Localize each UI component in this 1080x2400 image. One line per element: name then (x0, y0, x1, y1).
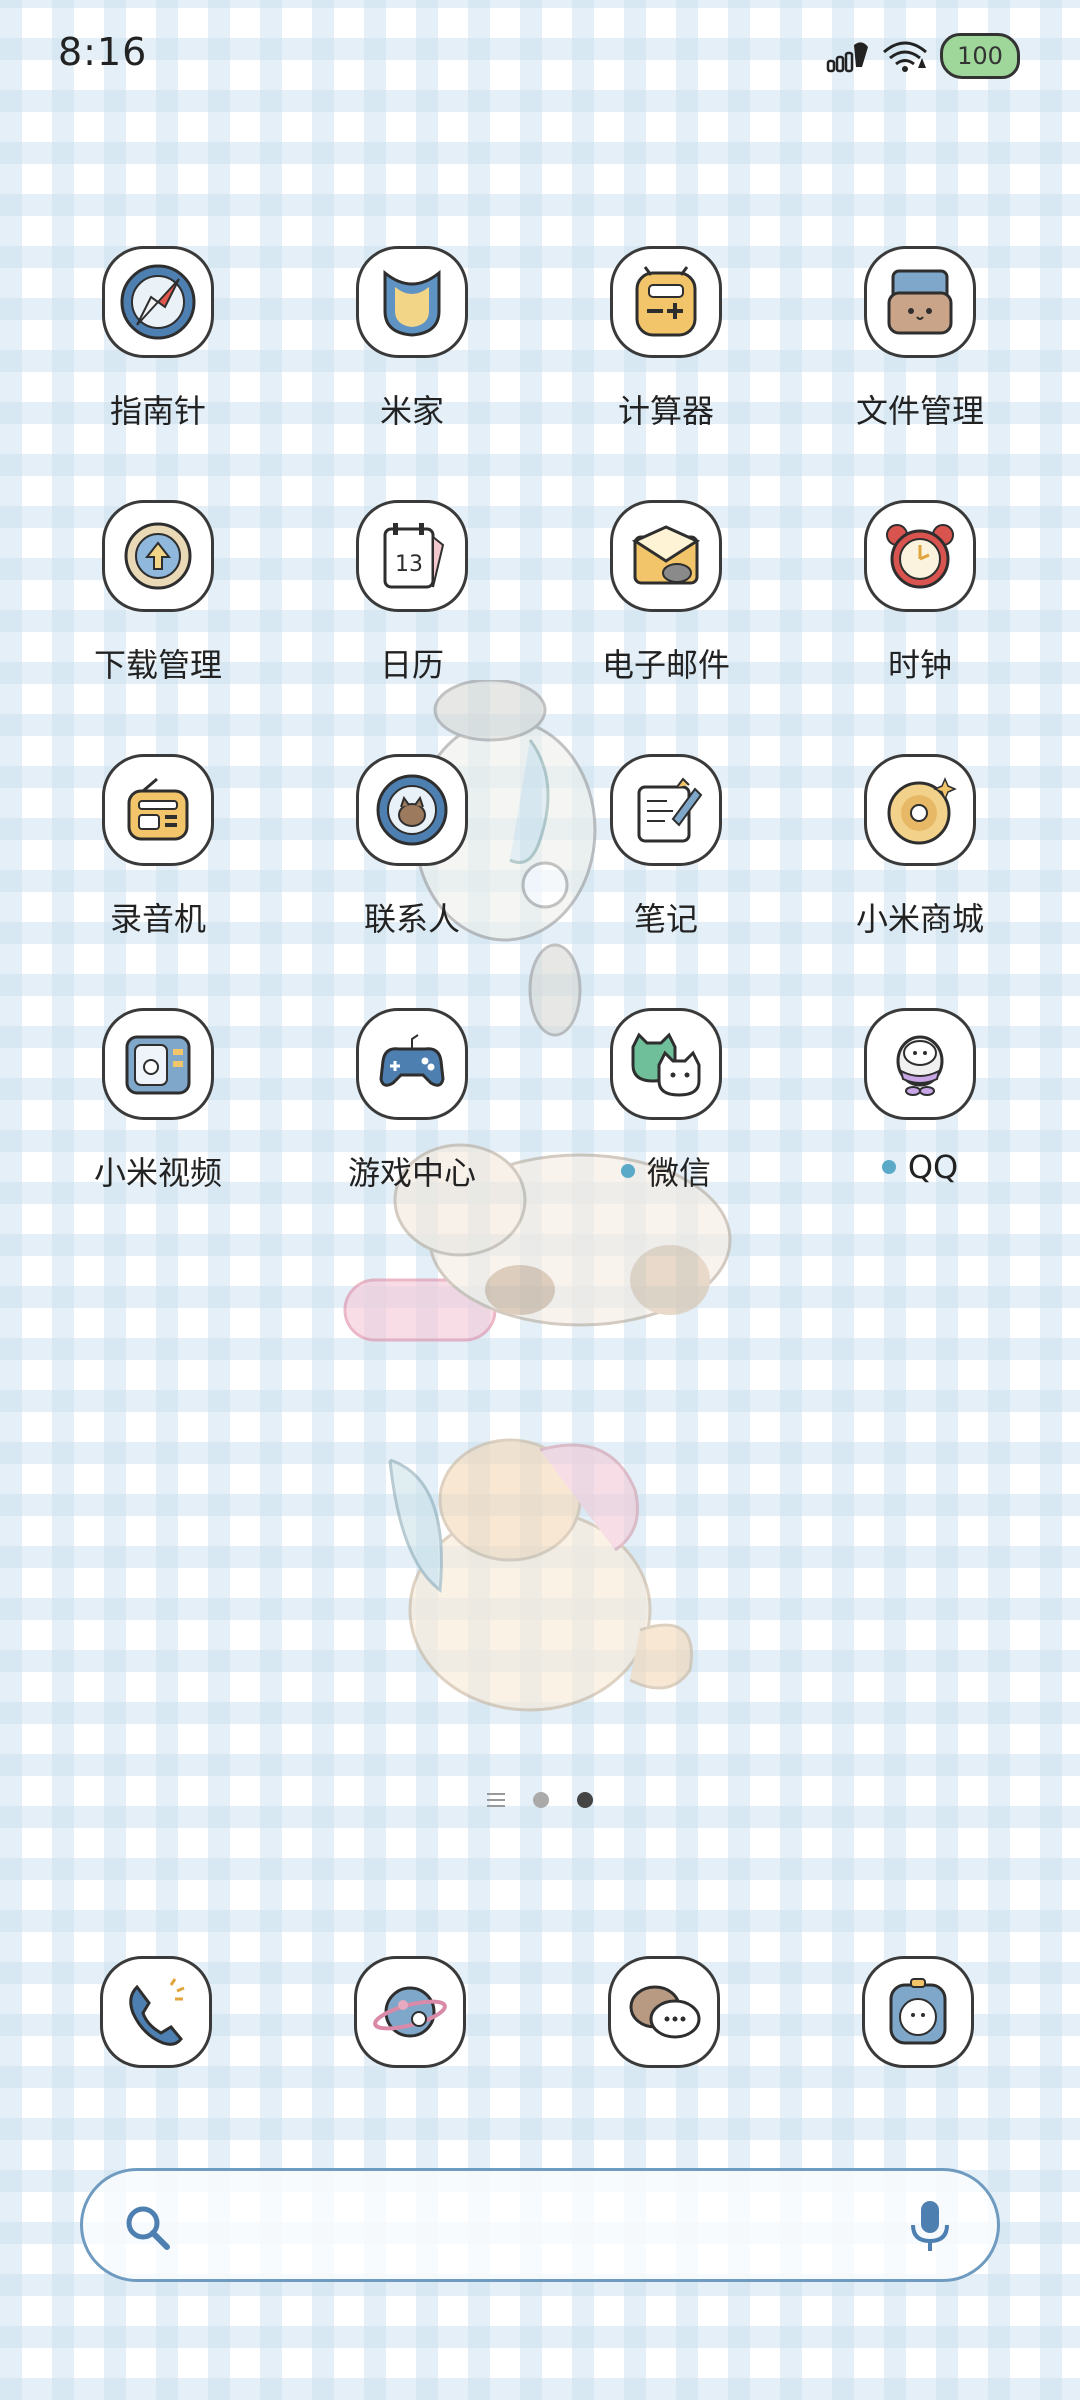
app-mijia[interactable]: 米家 (312, 246, 512, 456)
app-label: 日历 (379, 646, 444, 684)
app-tile[interactable]: 13 (356, 500, 468, 612)
app-label: 笔记 (633, 900, 698, 938)
app-tile[interactable] (356, 1008, 468, 1120)
app-tile[interactable] (102, 754, 214, 866)
mijia-icon (383, 269, 441, 337)
battery-level: 100 (957, 42, 1003, 70)
app-tile[interactable] (864, 500, 976, 612)
app-calculator[interactable]: 计算器 (566, 246, 766, 456)
app-tile[interactable] (356, 754, 468, 866)
app-label: 米家 (379, 392, 444, 430)
app-label: QQ (907, 1148, 959, 1186)
app-clock[interactable]: 时钟 (820, 500, 1020, 710)
app-label: 游戏中心 (347, 1154, 476, 1192)
app-label: 时钟 (887, 646, 952, 684)
microphone-icon[interactable] (905, 2197, 955, 2257)
app-file-manager[interactable]: 文件管理 (820, 246, 1020, 456)
app-label: 电子邮件 (601, 646, 730, 684)
notes-icon (637, 777, 703, 843)
app-tile[interactable] (102, 246, 214, 358)
search-input[interactable] (193, 2199, 857, 2257)
mi-store-icon (887, 777, 957, 845)
app-tile[interactable] (610, 500, 722, 612)
home-screen: 8:16 100 指南针 米家 计算器 文件管理 下载管理 13 日历 电子邮件… (0, 0, 1080, 2400)
page-dot[interactable] (533, 1792, 549, 1808)
new-notification-dot (620, 1164, 635, 1178)
app-label: 小米视频 (93, 1154, 222, 1192)
app-tile[interactable] (864, 754, 976, 866)
app-recorder[interactable]: 录音机 (58, 754, 258, 964)
app-game-center[interactable]: 游戏中心 (312, 1008, 512, 1218)
app-qq[interactable]: QQ (820, 1008, 1020, 1218)
app-tile[interactable] (102, 1008, 214, 1120)
camera-icon (889, 1978, 947, 2045)
app-tile[interactable] (102, 500, 214, 612)
app-compass[interactable]: 指南针 (58, 246, 258, 456)
page-dot-active[interactable] (577, 1792, 593, 1808)
game-center-icon (379, 1034, 445, 1087)
app-label: 小米商城 (855, 900, 984, 938)
app-label: 下载管理 (93, 646, 222, 684)
contacts-icon (376, 774, 448, 846)
calendar-date: 13 (395, 552, 423, 577)
app-tile[interactable] (610, 1008, 722, 1120)
new-notification-dot (881, 1160, 896, 1174)
search-icon[interactable] (121, 2201, 175, 2255)
page-list-icon[interactable] (487, 1793, 505, 1807)
page-indicator[interactable] (0, 1792, 1080, 1808)
qq-icon (896, 1035, 944, 1096)
wechat-icon (631, 1032, 701, 1097)
app-download-manager[interactable]: 下载管理 (58, 500, 258, 710)
dock-browser[interactable] (354, 1956, 466, 2068)
mi-video-icon (125, 1035, 191, 1095)
app-wechat[interactable]: 微信 (566, 1008, 766, 1218)
dock-phone[interactable] (100, 1956, 212, 2068)
app-contacts[interactable]: 联系人 (312, 754, 512, 964)
dock-messages[interactable] (608, 1956, 720, 2068)
app-label: 录音机 (109, 900, 206, 938)
download-icon (124, 522, 192, 590)
status-bar: 8:16 100 (0, 0, 1080, 110)
app-tile[interactable] (610, 246, 722, 358)
app-tile[interactable] (864, 246, 976, 358)
clock-icon (886, 524, 954, 589)
app-mi-store[interactable]: 小米商城 (820, 754, 1020, 964)
wifi-icon (883, 41, 927, 72)
email-icon (631, 525, 701, 585)
app-label: 指南针 (109, 392, 206, 430)
app-label: 联系人 (363, 900, 460, 938)
app-tile[interactable] (610, 754, 722, 866)
search-bar[interactable] (80, 2168, 1000, 2282)
dock-camera[interactable] (862, 1956, 974, 2068)
compass-icon (120, 264, 196, 340)
app-email[interactable]: 电子邮件 (566, 500, 766, 710)
battery-indicator: 100 (940, 33, 1020, 79)
cellular-signal-icon (826, 42, 868, 73)
phone-icon (129, 1978, 185, 2046)
calculator-icon (635, 266, 697, 337)
app-tile[interactable] (356, 246, 468, 358)
app-label: 文件管理 (855, 392, 984, 430)
status-icons: 100 (826, 33, 1020, 79)
app-mi-video[interactable]: 小米视频 (58, 1008, 258, 1218)
messages-icon (629, 1985, 701, 2039)
status-time: 8:16 (58, 30, 148, 74)
browser-icon (373, 1986, 447, 2038)
app-label: 微信 (646, 1154, 711, 1192)
app-calendar[interactable]: 13 日历 (312, 500, 512, 710)
recorder-icon (127, 777, 189, 841)
file-manager-icon (887, 269, 953, 335)
app-label: 计算器 (617, 392, 714, 430)
calendar-icon: 13 (383, 523, 445, 589)
app-tile[interactable] (864, 1008, 976, 1120)
wallpaper-cat-with-fish (388, 1438, 693, 1712)
app-notes[interactable]: 笔记 (566, 754, 766, 964)
